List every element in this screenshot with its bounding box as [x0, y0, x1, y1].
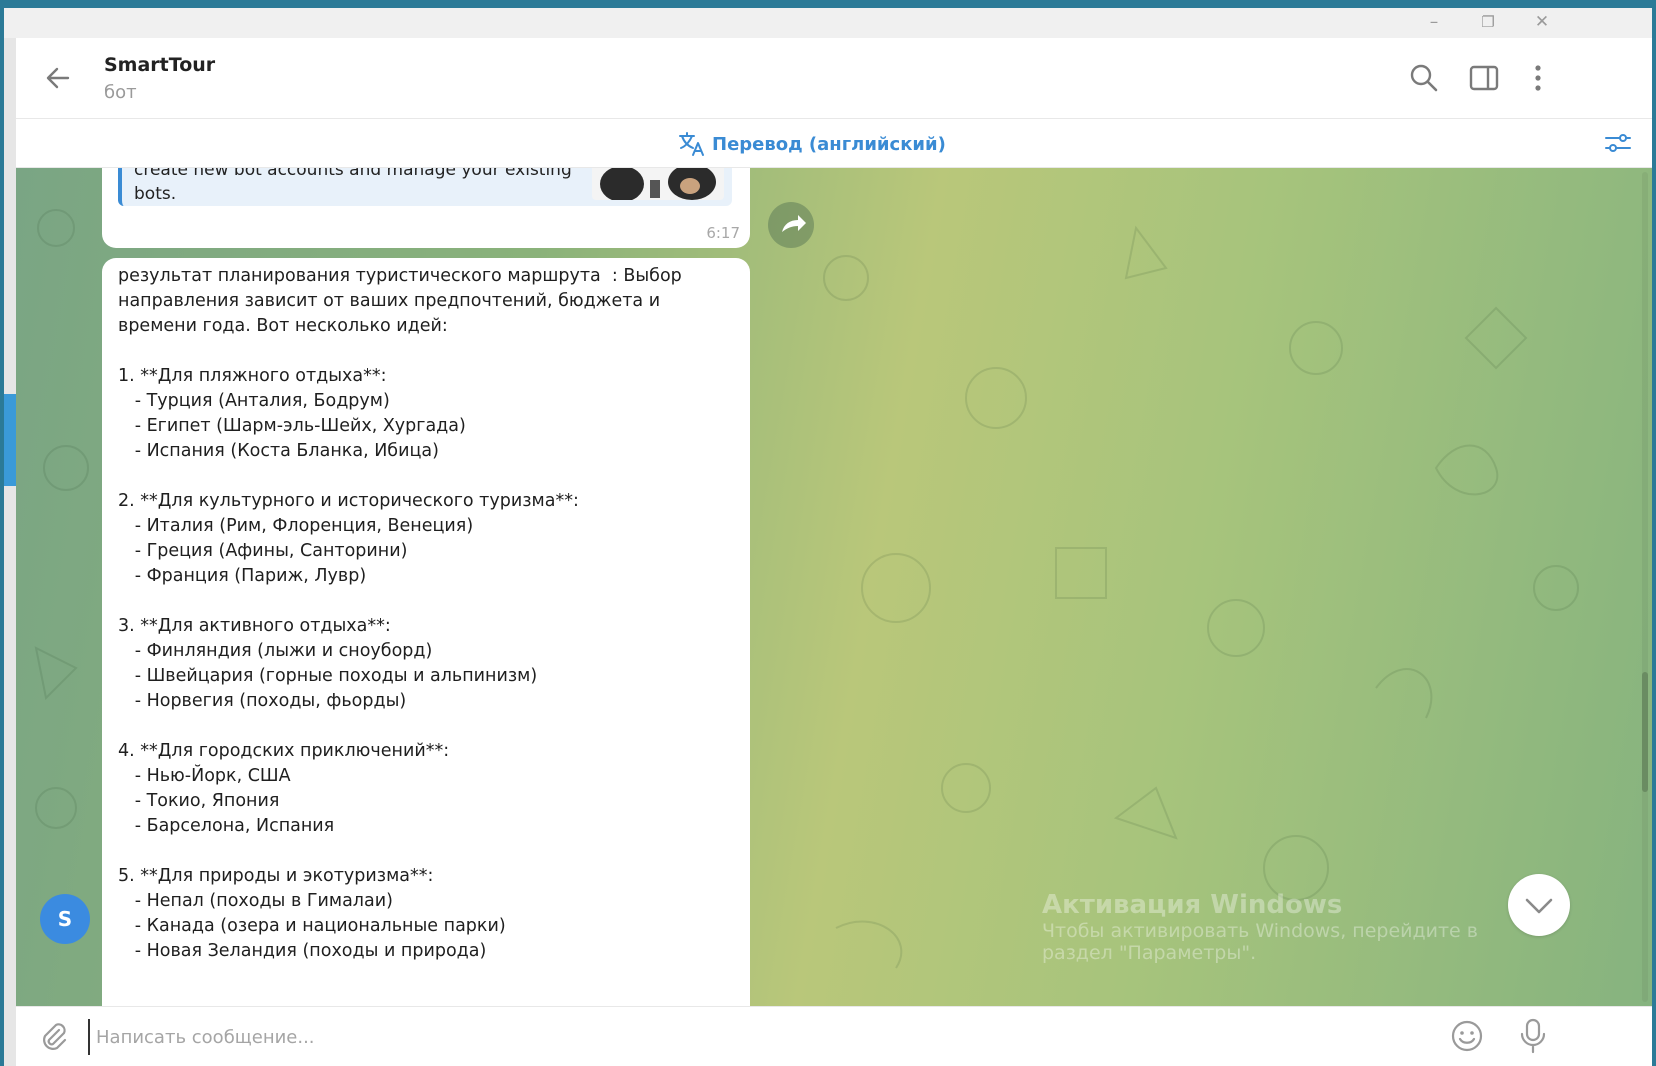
- chat-area[interactable]: create new bot accounts and manage your …: [16, 168, 1652, 1006]
- scrollbar-thumb[interactable]: [1642, 672, 1648, 792]
- message-input[interactable]: [88, 1019, 1398, 1055]
- left-edge-accent: [4, 394, 16, 486]
- link-preview-thumbnail: [592, 168, 724, 200]
- telegram-window: – ❐ ✕ SmartTour бот Перевод (английский)…: [4, 8, 1652, 1066]
- more-vertical-icon[interactable]: [1522, 62, 1554, 94]
- share-button[interactable]: [768, 202, 814, 248]
- chevron-down-icon: [1525, 898, 1553, 914]
- message-input-bar: [16, 1006, 1652, 1066]
- bot-message-bubble[interactable]: результат планирования туристического ма…: [102, 258, 750, 1006]
- share-arrow-icon: [782, 215, 806, 232]
- smile-icon[interactable]: [1450, 1019, 1484, 1053]
- search-icon[interactable]: [1408, 62, 1440, 94]
- watermark-line-2: раздел "Параметры".: [1042, 942, 1257, 964]
- minimize-button[interactable]: –: [1422, 11, 1446, 33]
- microphone-icon[interactable]: [1516, 1017, 1550, 1055]
- chat-subtitle: бот: [104, 82, 137, 103]
- message-time: 6:17: [706, 224, 740, 242]
- link-preview-quote[interactable]: create new bot accounts and manage your …: [118, 168, 732, 206]
- chat-scrollbar[interactable]: [1642, 172, 1648, 1002]
- avatar[interactable]: S: [40, 894, 90, 944]
- link-preview-text: create new bot accounts and manage your …: [134, 168, 572, 204]
- paperclip-icon[interactable]: [38, 1021, 70, 1053]
- sliders-icon[interactable]: [1604, 131, 1632, 155]
- left-edge-strip: [4, 38, 16, 1066]
- restore-button[interactable]: ❐: [1476, 11, 1500, 33]
- window-title-bar: – ❐ ✕: [4, 8, 1652, 38]
- previous-message-bubble[interactable]: create new bot accounts and manage your …: [102, 168, 750, 248]
- scroll-down-button[interactable]: [1508, 874, 1570, 936]
- close-button[interactable]: ✕: [1530, 11, 1554, 33]
- translate-label: Перевод (английский): [712, 133, 946, 155]
- chat-header: SmartTour бот: [16, 38, 1652, 119]
- bot-message-text: результат планирования туристического ма…: [118, 266, 682, 961]
- translate-button[interactable]: Перевод (английский): [678, 131, 946, 157]
- arrow-left-icon[interactable]: [42, 62, 74, 94]
- translate-icon: [679, 132, 704, 156]
- chat-title[interactable]: SmartTour: [104, 54, 215, 76]
- side-panel-icon[interactable]: [1468, 62, 1500, 94]
- translate-bar: Перевод (английский): [16, 119, 1652, 168]
